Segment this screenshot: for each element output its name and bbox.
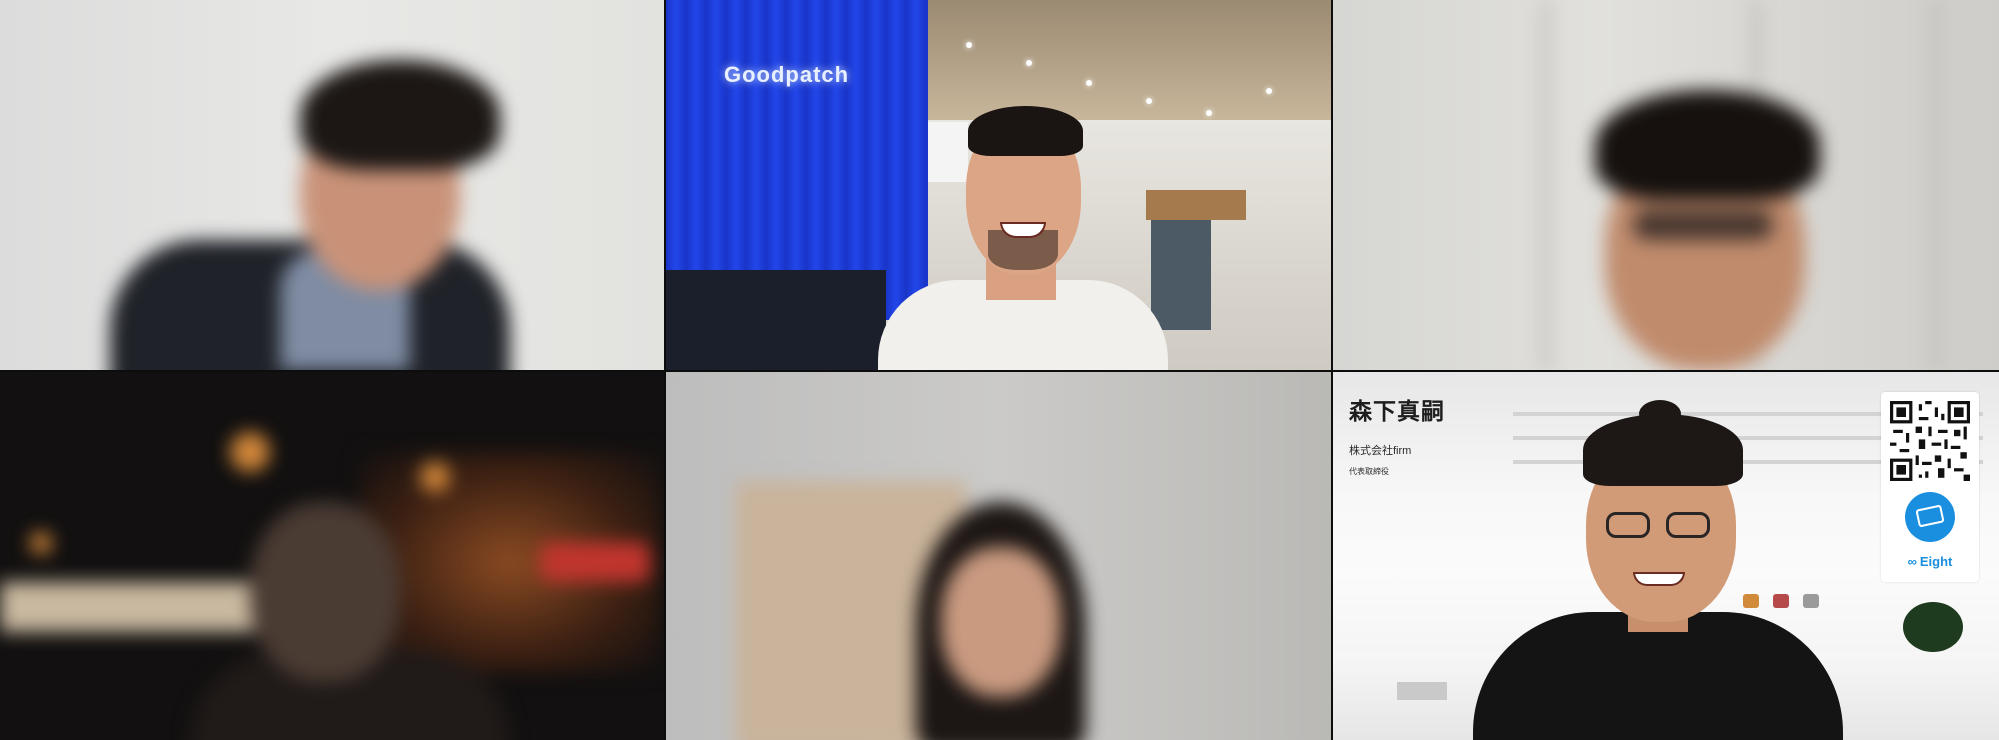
desk [1146,190,1246,220]
person-glasses [1633,210,1773,240]
glasses-lens [1606,512,1650,538]
person-hair-bun [1639,400,1681,428]
wall-panel [1933,0,1939,370]
video-feed [0,372,664,740]
person-face [250,502,400,682]
infinity-icon: ∞ [1907,554,1917,569]
glasses-lens [1666,512,1710,538]
office-neon-sign: Goodpatch [724,62,850,87]
eight-label: ∞ Eight [1881,554,1979,569]
eight-badge-card: ∞ Eight [1881,392,1979,582]
ceiling-lamp [1146,98,1152,104]
video-grid: Goodpatch 森下真嗣 株式会社firm 代表取締役 ∞ Eight [0,0,1999,740]
video-tile-5[interactable] [666,372,1331,740]
video-tile-2[interactable]: Goodpatch [666,0,1331,370]
ceiling-lamp [1266,88,1272,94]
ceiling-lamp [966,42,972,48]
person-hair [300,60,500,170]
plant [1903,602,1963,652]
person-hair [968,106,1083,156]
red-lamp [540,542,650,582]
wall-panel [1543,0,1549,370]
participant-position: 代表取締役 [1349,467,1389,476]
video-feed [0,0,664,370]
pendant-light [420,462,450,492]
chair [1773,594,1789,608]
chair [1803,594,1819,608]
projector-screen [928,122,968,182]
person-hair [1595,90,1820,200]
participant-name: 森下真嗣 [1349,398,1445,424]
office-ceiling [926,0,1331,120]
bookshelf [1397,682,1447,700]
video-feed [666,372,1331,740]
video-feed [1333,0,1999,370]
ceiling-lamp [1026,60,1032,66]
participant-company: 株式会社firm [1349,445,1412,457]
pendant-light [30,532,52,554]
eight-app-icon [1905,492,1955,542]
person-face [941,547,1061,697]
video-tile-4[interactable] [0,372,664,740]
qr-code-icon [1890,401,1970,481]
eight-label-text: Eight [1919,554,1953,569]
video-tile-3[interactable] [1333,0,1999,370]
sofa [666,270,886,370]
pendant-light [230,432,270,472]
ceiling-lamp [1206,110,1212,116]
chair [1743,594,1759,608]
ceiling-lamp [1086,80,1092,86]
desk-base [1151,220,1211,330]
video-tile-1[interactable] [0,0,664,370]
person-smile [1633,572,1685,586]
video-tile-6[interactable]: 森下真嗣 株式会社firm 代表取締役 ∞ Eight [1333,372,1999,740]
restaurant-table [0,582,280,632]
name-card: 森下真嗣 株式会社firm 代表取締役 [1349,392,1445,477]
